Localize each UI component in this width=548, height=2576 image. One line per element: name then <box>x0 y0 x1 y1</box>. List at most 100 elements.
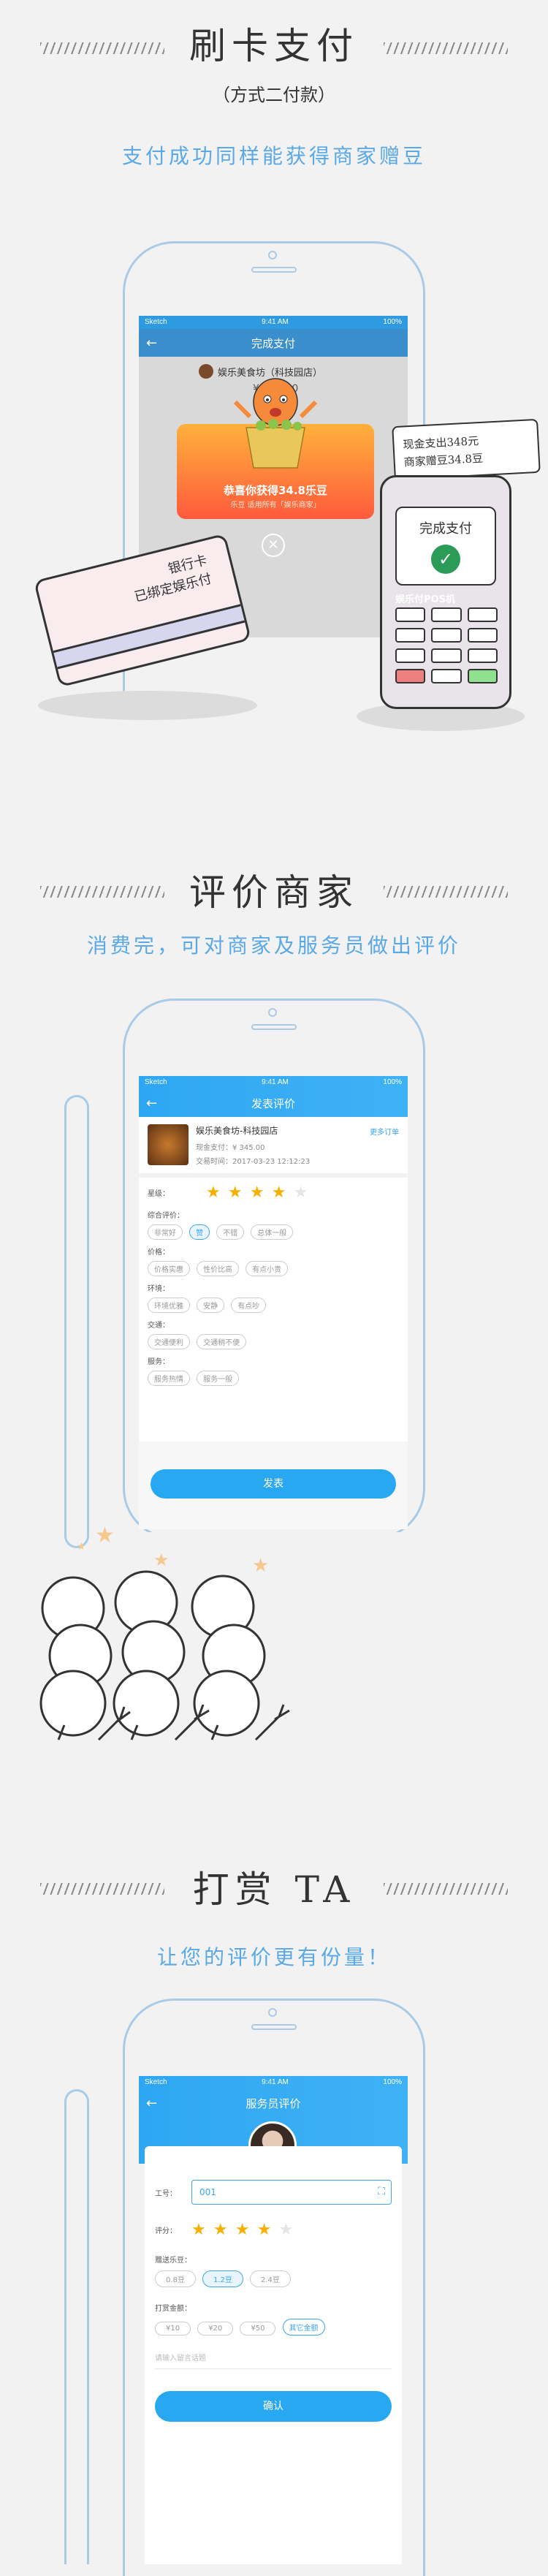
id-input[interactable]: 001 ⛶ <box>191 2180 392 2205</box>
more-orders-link[interactable]: 更多订单 <box>370 1126 399 1137</box>
submit-button[interactable]: 发表 <box>151 1469 396 1499</box>
traffic-opt[interactable]: 交通便利 <box>148 1334 190 1349</box>
key[interactable] <box>395 628 426 643</box>
battery: 100% <box>383 1078 402 1086</box>
key[interactable] <box>395 648 426 663</box>
star-icon[interactable]: ★ <box>272 1183 286 1202</box>
traffic-label: 交通： <box>148 1322 170 1330</box>
price-opt[interactable]: 价格实惠 <box>148 1261 190 1276</box>
overall-opt-selected[interactable]: 赞 <box>189 1224 210 1240</box>
tip-card: 工号： 001 ⛶ 评分： ★ ★ ★ ★ ★ 赠送乐豆： 0.8豆 1.2豆 … <box>145 2146 402 2564</box>
key[interactable] <box>467 628 498 643</box>
camera-icon <box>268 1008 277 1017</box>
clock: 9:41 AM <box>262 1078 289 1086</box>
env-opt[interactable]: 安静 <box>197 1298 225 1313</box>
service-label: 服务： <box>148 1358 170 1366</box>
star-icon[interactable]: ★ <box>257 2221 272 2239</box>
beans-opt[interactable]: 0.8豆 <box>155 2270 196 2287</box>
tip-opt-other[interactable]: 其它金额 <box>282 2319 325 2336</box>
env-options: 环境优雅 安静 有点吵 <box>148 1296 399 1314</box>
overall-options: 非常好 赞 不错 总体一般 <box>148 1223 399 1241</box>
service-opt[interactable]: 服务一般 <box>197 1371 240 1386</box>
section1-header: 刷卡支付 <box>0 20 548 72</box>
pos-brand: 娱乐付POS机 <box>395 594 455 605</box>
back-icon[interactable]: ← <box>146 1096 157 1111</box>
rating-row: 星级： ★ ★ ★ ★ ★ <box>148 1183 399 1202</box>
star-empty-icon[interactable]: ★ <box>294 1183 308 1202</box>
price-opt[interactable]: 有点小贵 <box>246 1261 289 1276</box>
key[interactable] <box>431 607 462 622</box>
price-label: 价格： <box>148 1249 170 1257</box>
store-photo <box>148 1124 189 1165</box>
tip-opt[interactable]: ¥50 <box>240 2322 276 2336</box>
message-input[interactable]: 请输入留言话题 <box>155 2352 392 2369</box>
key[interactable] <box>431 628 462 643</box>
star-icon[interactable]: ★ <box>206 1183 221 1202</box>
star-icon[interactable]: ★ <box>191 2221 206 2239</box>
tip-opt[interactable]: ¥20 <box>197 2322 234 2336</box>
key[interactable] <box>395 607 426 622</box>
carrier: Sketch <box>145 2078 167 2086</box>
key[interactable] <box>467 607 498 622</box>
pos-terminal: 完成支付 ✓ 娱乐付POS机 <box>380 475 511 709</box>
key[interactable] <box>467 648 498 663</box>
mascot-box-icon <box>221 373 330 475</box>
status-bar: Sketch 9:41 AM 100% <box>139 2076 408 2089</box>
store-logo-icon <box>199 364 213 379</box>
overall-opt[interactable]: 不错 <box>216 1224 245 1240</box>
carrier: Sketch <box>145 1078 167 1086</box>
close-icon[interactable]: ✕ <box>262 534 285 557</box>
tube-decor <box>64 2089 89 2564</box>
env-opt[interactable]: 有点吵 <box>231 1298 267 1313</box>
svg-text:★: ★ <box>95 1523 115 1548</box>
beans-opt-selected[interactable]: 1.2豆 <box>202 2270 243 2287</box>
back-icon[interactable]: ← <box>146 336 157 351</box>
traffic-opt[interactable]: 交通稍不便 <box>197 1334 247 1349</box>
nav-title: 完成支付 <box>251 336 295 350</box>
speaker <box>251 2024 297 2030</box>
clock: 9:41 AM <box>262 318 289 326</box>
env-label: 环境： <box>148 1285 170 1293</box>
tip-opt[interactable]: ¥10 <box>155 2322 191 2336</box>
divider-right <box>384 886 508 898</box>
svg-text:★: ★ <box>77 1541 86 1553</box>
pos-screen: 完成支付 ✓ <box>395 507 496 586</box>
star-icon[interactable]: ★ <box>228 1183 243 1202</box>
confirm-key[interactable] <box>467 669 498 683</box>
section3-tagline: 让您的评价更有份量！ <box>156 1945 391 1969</box>
overall-opt[interactable]: 非常好 <box>148 1224 183 1240</box>
review-form: 星级： ★ ★ ★ ★ ★ 综合评价： 非常好 赞 不错 总体一般 价格： 价格… <box>139 1178 408 1387</box>
overall-opt[interactable]: 总体一般 <box>251 1224 294 1240</box>
back-icon[interactable]: ← <box>146 2096 157 2111</box>
star-icon[interactable]: ★ <box>213 2221 228 2239</box>
receipt: 现金支出348元 商家赠豆34.8豆 <box>392 418 541 481</box>
service-options: 服务热情 服务一般 <box>148 1369 399 1387</box>
divider-left <box>40 42 164 54</box>
service-opt[interactable]: 服务热情 <box>148 1371 190 1386</box>
beans-label: 赠送乐豆： <box>155 2257 191 2265</box>
env-opt[interactable]: 环境优雅 <box>148 1298 190 1313</box>
confirm-button[interactable]: 确认 <box>155 2391 392 2422</box>
scan-icon[interactable]: ⛶ <box>378 2186 385 2197</box>
screen-2: Sketch 9:41 AM 100% ← 发表评价 娱乐美食坊-科技园店 现金… <box>139 1076 408 1529</box>
pos-keypad <box>395 607 498 683</box>
star-icon[interactable]: ★ <box>235 2221 250 2239</box>
key[interactable] <box>431 648 462 663</box>
rate-label: 评分： <box>155 2227 177 2235</box>
divider-left <box>40 886 164 898</box>
pos-screen-text: 完成支付 <box>419 521 472 537</box>
svg-text:★: ★ <box>252 1555 269 1577</box>
star-empty-icon[interactable]: ★ <box>279 2221 294 2239</box>
carrier: Sketch <box>145 318 167 326</box>
beans-opt[interactable]: 2.4豆 <box>250 2270 291 2287</box>
tube-decor <box>64 1095 89 1548</box>
cancel-key[interactable] <box>395 669 426 683</box>
id-value: 001 <box>199 2187 216 2197</box>
nav-title: 发表评价 <box>251 1096 295 1110</box>
divider-left <box>40 1883 164 1895</box>
key[interactable] <box>431 669 462 683</box>
divider-right <box>384 1883 508 1895</box>
star-icon[interactable]: ★ <box>250 1183 265 1202</box>
price-opt[interactable]: 性价比高 <box>197 1261 240 1276</box>
navbar: ← 发表评价 <box>139 1089 408 1117</box>
